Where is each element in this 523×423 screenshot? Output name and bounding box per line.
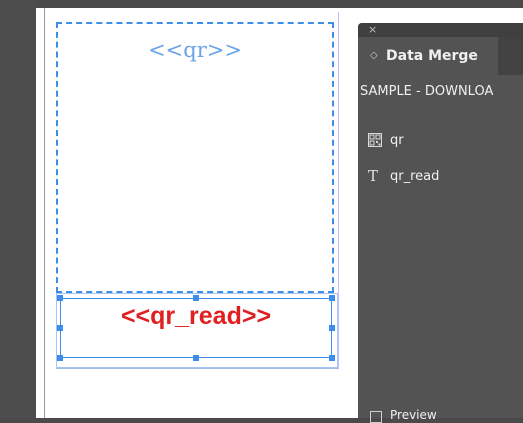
- qr-placeholder-text: <<qr>>: [148, 38, 242, 62]
- pasteboard: [0, 0, 36, 418]
- resize-handle-ml[interactable]: [57, 325, 63, 331]
- resize-handle-bm[interactable]: [193, 355, 199, 361]
- qr-code-icon: [368, 133, 382, 147]
- chevron-updown-icon: ◇: [370, 50, 378, 61]
- resize-handle-tm[interactable]: [193, 295, 199, 301]
- close-icon[interactable]: ×: [368, 24, 377, 36]
- resize-handle-bl[interactable]: [57, 355, 63, 361]
- qr-image-frame[interactable]: [56, 22, 334, 293]
- pasteboard-top: [36, 0, 523, 8]
- margin-guide-horizontal: [56, 368, 339, 369]
- data-merge-panel: × ◇ Data Merge SAMPLE - DOWNLOA qr T qr_…: [358, 23, 523, 423]
- resize-handle-br[interactable]: [329, 355, 335, 361]
- field-label: qr_read: [390, 169, 440, 184]
- panel-title-bar[interactable]: ×: [358, 23, 523, 37]
- page-bleed-line: [44, 8, 45, 418]
- resize-handle-tl[interactable]: [57, 295, 63, 301]
- tab-data-merge[interactable]: ◇ Data Merge: [358, 37, 498, 75]
- preview-checkbox[interactable]: [370, 411, 382, 423]
- text-type-icon: T: [368, 167, 379, 185]
- preview-label: Preview: [390, 408, 437, 422]
- resize-handle-mr[interactable]: [329, 325, 335, 331]
- field-item-qr-read[interactable]: T qr_read: [368, 169, 488, 187]
- data-source-name: SAMPLE - DOWNLOA: [360, 84, 494, 99]
- field-item-qr[interactable]: qr: [368, 133, 488, 151]
- resize-handle-tr[interactable]: [329, 295, 335, 301]
- qr-read-placeholder-text[interactable]: <<qr_read>>: [60, 302, 332, 331]
- panel-tab-row: ◇ Data Merge: [358, 37, 523, 75]
- margin-guide-vertical: [338, 12, 339, 368]
- field-label: qr: [390, 133, 404, 148]
- tab-label: Data Merge: [386, 48, 478, 64]
